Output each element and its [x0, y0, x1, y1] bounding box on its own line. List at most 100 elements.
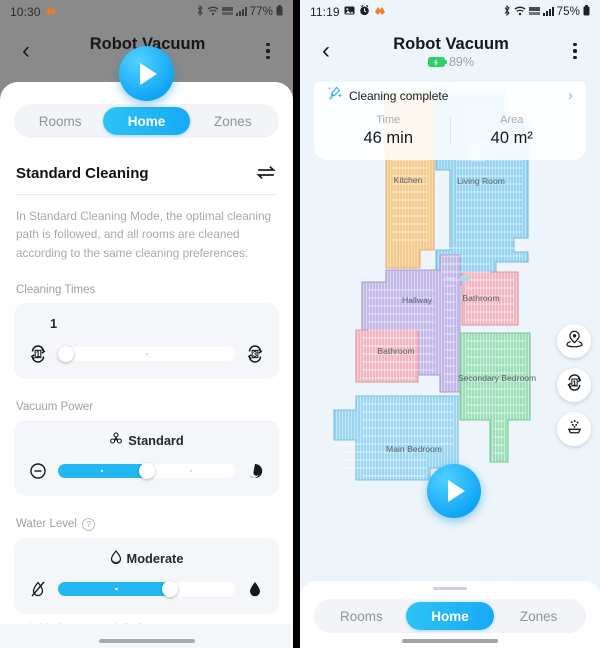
cleaning-times-button[interactable]: 1 [557, 368, 591, 402]
volte-icon [528, 6, 540, 19]
left-phone-screen: 10:30 77% ‹ Robot Vacuum Rooms Home Zone… [0, 0, 293, 648]
cleaning-times-card: 1 1 3 [14, 302, 279, 379]
map-tool-buttons: 1 [557, 324, 591, 446]
gallery-icon [344, 5, 355, 19]
cleaning-times-slider-row: 1 3 [28, 344, 265, 364]
cleaning-times-value: 1 [50, 316, 58, 332]
status-card-header: Cleaning complete › [327, 85, 573, 106]
tab-zones[interactable]: Zones [494, 602, 583, 630]
tab-bar: Rooms Home Zones [14, 104, 279, 138]
ribbon-icon [45, 5, 57, 20]
sheet-grabber[interactable] [433, 587, 467, 591]
water-drop-filled-icon[interactable] [245, 579, 265, 599]
battery-charging-icon [427, 57, 448, 67]
tab-rooms[interactable]: Rooms [317, 602, 406, 630]
metric-area: Area 40 m² [451, 114, 574, 148]
control-sheet: Rooms Home Zones Standard Cleaning In St… [0, 82, 293, 648]
tab-bar: Rooms Home Zones [314, 599, 586, 634]
tab-rooms[interactable]: Rooms [17, 107, 103, 135]
cleaning-times-slider[interactable] [58, 345, 235, 362]
vacuum-power-card: Standard [14, 419, 279, 496]
tab-zones[interactable]: Zones [190, 107, 276, 135]
vacuum-power-label: Vacuum Power [16, 401, 277, 413]
cleaning-mode-description: In Standard Cleaning Mode, the optimal c… [16, 209, 272, 260]
status-bar: 11:19 75% [300, 0, 600, 24]
battery-percent: 75% [556, 6, 580, 18]
water-level-label-text: Water Level [16, 518, 77, 531]
water-level-slider-row [28, 579, 265, 599]
question-mark-icon[interactable]: ? [81, 517, 95, 531]
home-indicator [98, 639, 195, 643]
metric-area-label: Area [500, 114, 524, 126]
device-battery-percent: 89% [448, 55, 475, 69]
water-level-value-row: Moderate [28, 549, 265, 569]
cleaning-status-text: Cleaning complete [349, 88, 449, 103]
cleaning-mode-title: Standard Cleaning [16, 164, 149, 182]
divider [16, 194, 277, 195]
panel-divider [293, 0, 300, 648]
battery-icon [276, 5, 283, 19]
water-drop-icon [110, 550, 122, 567]
metric-time-label: Time [376, 114, 401, 126]
vacuum-power-slider-row [28, 461, 265, 481]
cleaning-times-label: Cleaning Times [16, 284, 277, 296]
metric-time-value: 46 min [363, 129, 414, 147]
vacuum-power-value-row: Standard [28, 431, 265, 451]
water-level-label: Water Level ? [16, 517, 277, 531]
play-icon [447, 480, 465, 502]
app-bar: ‹ Robot Vacuum 89% [300, 24, 600, 82]
bluetooth-icon [503, 4, 511, 19]
no-water-icon[interactable] [28, 579, 48, 599]
locate-robot-button[interactable] [557, 324, 591, 358]
right-phone-screen: Kitchen Living Room Hallway Bathroom Bat… [300, 0, 600, 648]
more-options-button[interactable] [255, 34, 281, 68]
wifi-icon [514, 6, 526, 19]
chevron-right-icon[interactable]: › [568, 88, 573, 103]
clock-icon [359, 4, 370, 19]
signal-icon [542, 6, 554, 19]
suction-icon [565, 417, 584, 441]
water-level-value: Moderate [126, 551, 184, 567]
cleaning-status-card[interactable]: Cleaning complete › Time 46 min Area 40 … [314, 76, 586, 160]
home-indicator [402, 639, 498, 643]
fan-icon [109, 432, 123, 449]
vacuum-power-slider[interactable] [58, 462, 235, 479]
swap-arrows-icon[interactable] [255, 162, 277, 184]
metric-time: Time 46 min [327, 114, 450, 148]
volte-icon [221, 6, 233, 19]
tab-home[interactable]: Home [103, 107, 190, 135]
vacuum-power-label-text: Vacuum Power [16, 400, 94, 413]
water-level-card: Moderate [14, 537, 279, 614]
cleaning-times-label-text: Cleaning Times [16, 283, 96, 296]
cleaning-mode-row: Standard Cleaning [16, 162, 277, 184]
water-level-slider[interactable] [58, 580, 235, 597]
status-bar: 10:30 77% [0, 0, 293, 24]
vacuum-power-value: Standard [128, 433, 184, 449]
play-icon [140, 62, 157, 85]
back-button[interactable]: ‹ [12, 34, 40, 68]
bluetooth-icon [196, 4, 204, 19]
wifi-icon [207, 6, 219, 19]
page-title: Robot Vacuum [393, 35, 509, 53]
status-time: 11:19 [310, 5, 340, 19]
battery-icon [583, 5, 590, 19]
app-bar-center: Robot Vacuum 89% [340, 32, 562, 69]
minus-circle-icon[interactable] [28, 461, 48, 481]
device-battery: 89% [340, 55, 562, 69]
back-button[interactable]: ‹ [312, 34, 340, 68]
more-options-button[interactable] [562, 34, 588, 68]
play-button[interactable] [119, 46, 174, 101]
bottom-tab-sheet: Rooms Home Zones [300, 581, 600, 648]
status-card-metrics: Time 46 min Area 40 m² [327, 114, 573, 148]
repeat-3-icon[interactable]: 3 [245, 344, 265, 364]
repeat-1-icon[interactable]: 1 [28, 344, 48, 364]
turbo-spiral-icon[interactable] [245, 461, 265, 481]
ribbon-icon [374, 5, 386, 20]
play-button[interactable] [427, 464, 481, 518]
tab-home[interactable]: Home [405, 602, 495, 631]
repeat-1-icon: 1 [565, 373, 584, 397]
vacuum-power-button[interactable] [557, 412, 591, 446]
metric-area-value: 40 m² [490, 129, 533, 147]
battery-percent: 77% [249, 6, 273, 18]
sheet-bottom-strip [0, 624, 293, 648]
